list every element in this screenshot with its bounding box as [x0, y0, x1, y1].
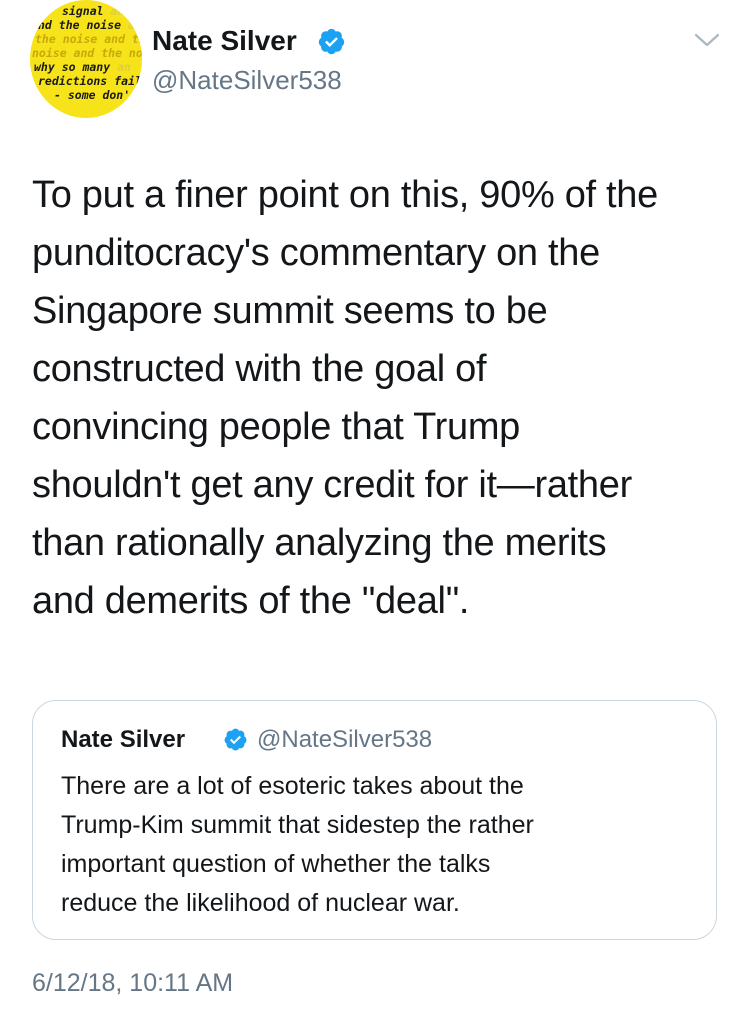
tweet-text-line: constructed with the goal of — [32, 348, 487, 390]
quoted-text-line: reduce the likelihood of nuclear war. — [61, 889, 460, 917]
tweet-text-line: Singapore summit seems to be — [32, 290, 548, 332]
quoted-tweet-card[interactable]: Nate Silver @NateSilver538 There are a l… — [32, 700, 717, 940]
verified-badge-icon — [224, 728, 247, 751]
tweet-text-line: punditocracy's commentary on the — [32, 232, 600, 274]
author-handle[interactable]: @NateSilver538 — [152, 64, 342, 96]
avatar-artwork: signal an nd the noise a the noise and t… — [32, 4, 142, 102]
tweet-text-line: convincing people that Trump — [32, 406, 521, 448]
tweet-text: To put a finer point on this, 90% of the… — [32, 166, 732, 630]
verified-badge-icon — [318, 28, 345, 55]
quoted-text-line: important question of whether the talks — [61, 850, 491, 878]
quoted-author-handle: @NateSilver538 — [257, 726, 433, 753]
quoted-text-line: Trump-Kim summit that sidestep the rathe… — [61, 811, 534, 839]
tweet: signal an nd the noise a the noise and t… — [0, 0, 750, 1011]
quoted-text-line: There are a lot of esoteric takes about … — [61, 772, 524, 800]
quoted-tweet-text: There are a lot of esoteric takes about … — [61, 767, 701, 923]
tweet-text-line: and demerits of the "deal". — [32, 580, 470, 622]
author-name[interactable]: Nate Silver — [152, 24, 297, 58]
tweet-text-line: To put a finer point on this, 90% of the — [32, 174, 658, 216]
avatar[interactable]: signal an nd the noise a the noise and t… — [30, 0, 142, 118]
chevron-down-icon[interactable] — [694, 30, 720, 50]
tweet-timestamp[interactable]: 6/12/18, 10:11 AM — [32, 967, 233, 999]
quoted-author-name: Nate Silver — [61, 726, 186, 753]
tweet-text-line: shouldn't get any credit for it—rather — [32, 464, 632, 506]
tweet-text-line: than rationally analyzing the merits — [32, 522, 607, 564]
